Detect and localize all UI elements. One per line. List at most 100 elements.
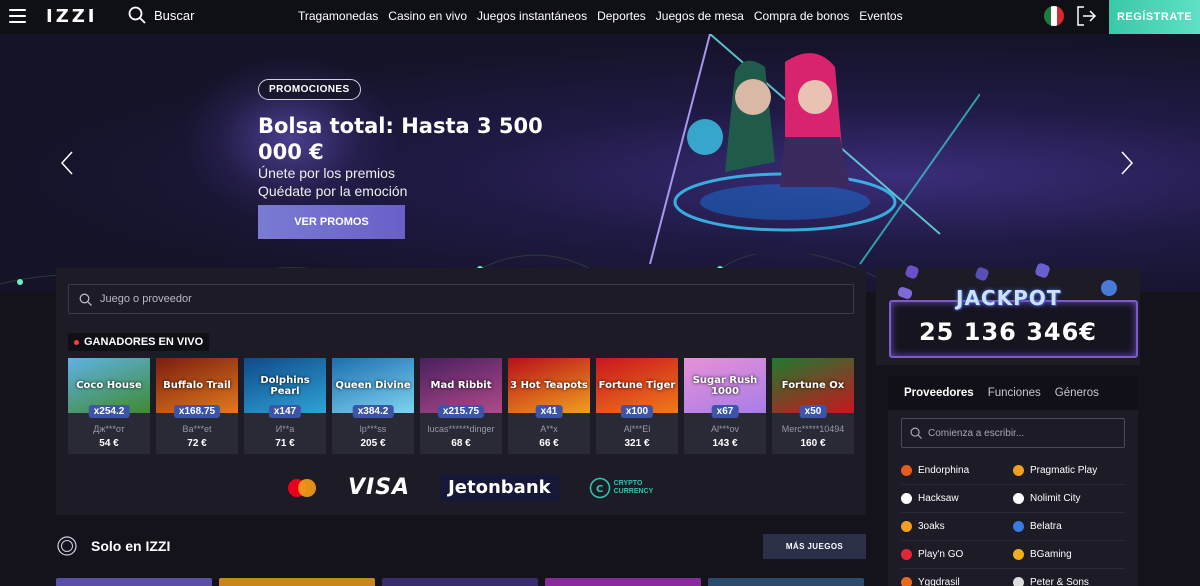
winner-amount: 72 € bbox=[187, 438, 207, 449]
provider-logo-icon bbox=[901, 493, 912, 504]
menu-icon[interactable] bbox=[9, 9, 26, 23]
chevron-right-icon[interactable] bbox=[1120, 150, 1134, 176]
provider-name: BGaming bbox=[1030, 549, 1072, 560]
winner-card[interactable]: Fortune Tiger x100 Al***El 321 € bbox=[596, 358, 678, 454]
winner-card[interactable]: Coco House x254.2 Дж***от 54 € bbox=[68, 358, 150, 454]
provider-row: Yggdrasil Peter & Sons bbox=[901, 569, 1125, 586]
provider-logo-icon bbox=[1013, 521, 1024, 532]
izzi-badge-icon bbox=[57, 536, 77, 556]
winner-username: lucas******dinger bbox=[427, 424, 495, 434]
provider-name: Yggdrasil bbox=[918, 577, 960, 586]
nav-tragamonedas[interactable]: Tragamonedas bbox=[298, 9, 378, 23]
multiplier-badge: x215.75 bbox=[437, 405, 485, 418]
svg-text:C: C bbox=[596, 484, 603, 495]
promo-banner: PROMOCIONES Bolsa total: Hasta 3 500 000… bbox=[0, 34, 1200, 292]
provider-row: Endorphina Pragmatic Play bbox=[901, 457, 1125, 485]
banner-subtitle: Únete por los premios Quédate por la emo… bbox=[258, 164, 407, 200]
winner-username: Ba***et bbox=[182, 424, 212, 434]
nav-deportes[interactable]: Deportes bbox=[597, 9, 646, 23]
nav-eventos[interactable]: Eventos bbox=[859, 9, 902, 23]
search-icon bbox=[79, 293, 92, 306]
crypto-currency-logo: C CRYPTO CURRENCY bbox=[589, 477, 654, 499]
provider-item[interactable]: 3oaks bbox=[901, 513, 1013, 540]
crypto-label-2: CURRENCY bbox=[613, 487, 654, 495]
winner-amount: 71 € bbox=[275, 438, 295, 449]
tab-generos[interactable]: Géneros bbox=[1055, 387, 1099, 399]
winner-amount: 66 € bbox=[539, 438, 559, 449]
game-thumbnail[interactable] bbox=[382, 578, 538, 586]
search-button[interactable]: Buscar bbox=[128, 6, 194, 24]
nav-juegos-instantaneos[interactable]: Juegos instantáneos bbox=[477, 9, 587, 23]
winner-card[interactable]: Fortune Ox x50 Merc*****10494 160 € bbox=[772, 358, 854, 454]
winner-amount: 205 € bbox=[360, 438, 386, 449]
winner-username: Дж***от bbox=[93, 424, 125, 434]
nav-compra-de-bonos[interactable]: Compra de bonos bbox=[754, 9, 849, 23]
winner-card[interactable]: Queen Divine x384.2 lp***ss 205 € bbox=[332, 358, 414, 454]
provider-item[interactable]: Pragmatic Play bbox=[1013, 457, 1125, 484]
provider-item[interactable]: Play'n GO bbox=[901, 541, 1013, 568]
login-icon[interactable] bbox=[1075, 5, 1097, 27]
game-thumbnail[interactable] bbox=[708, 578, 864, 586]
banner-subtitle-line-2: Quédate por la emoción bbox=[258, 183, 408, 199]
provider-item[interactable]: Belatra bbox=[1013, 513, 1125, 540]
provider-logo-icon bbox=[1013, 465, 1024, 476]
tab-proveedores[interactable]: Proveedores bbox=[904, 387, 974, 399]
provider-logo-icon bbox=[901, 577, 912, 586]
game-thumbnail[interactable] bbox=[545, 578, 701, 586]
nav-juegos-de-mesa[interactable]: Juegos de mesa bbox=[656, 9, 744, 23]
provider-name: Peter & Sons bbox=[1030, 577, 1089, 586]
provider-name: Hacksaw bbox=[918, 493, 959, 504]
winner-username: Merc*****10494 bbox=[781, 424, 845, 434]
provider-row: 3oaks Belatra bbox=[901, 513, 1125, 541]
game-title: Buffalo Trail bbox=[163, 380, 231, 391]
winner-card[interactable]: Buffalo Trail x168.75 Ba***et 72 € bbox=[156, 358, 238, 454]
site-logo[interactable]: IZZI bbox=[46, 6, 98, 27]
search-icon bbox=[128, 6, 146, 24]
winner-amount: 143 € bbox=[712, 438, 738, 449]
provider-item[interactable]: BGaming bbox=[1013, 541, 1125, 568]
more-games-button[interactable]: MÁS JUEGOS bbox=[763, 534, 866, 559]
chevron-left-icon[interactable] bbox=[60, 150, 74, 176]
chip-decoration bbox=[896, 285, 914, 301]
payment-methods: VISA Jetonbank C CRYPTO CURRENCY bbox=[286, 474, 653, 501]
jackpot-amount: 25 136 346€ bbox=[918, 318, 1097, 346]
winner-username: Al***ov bbox=[710, 424, 739, 434]
mexico-flag-icon[interactable] bbox=[1044, 6, 1064, 26]
game-thumbnail[interactable] bbox=[56, 578, 212, 586]
provider-logo-icon bbox=[1013, 549, 1024, 560]
multiplier-badge: x147 bbox=[268, 405, 302, 418]
main-nav: Tragamonedas Casino en vivo Juegos insta… bbox=[298, 9, 913, 23]
mastercard-icon bbox=[288, 478, 316, 497]
provider-item[interactable]: Endorphina bbox=[901, 457, 1013, 484]
tab-funciones[interactable]: Funciones bbox=[988, 387, 1041, 399]
provider-item[interactable]: Hacksaw bbox=[901, 485, 1013, 512]
winner-card[interactable]: Sugar Rush 1000 x67 Al***ov 143 € bbox=[684, 358, 766, 454]
winner-card[interactable]: 3 Hot Teapots x41 A**x 66 € bbox=[508, 358, 590, 454]
register-button[interactable]: REGÍSTRATE bbox=[1109, 0, 1200, 34]
winner-card[interactable]: Mad Ribbit x215.75 lucas******dinger 68 € bbox=[420, 358, 502, 454]
games-panel: Juego o proveedor GANADORES EN VIVO Coco… bbox=[56, 268, 866, 515]
game-title: Sugar Rush 1000 bbox=[692, 374, 758, 397]
visa-logo: VISA bbox=[348, 475, 411, 500]
provider-name: Pragmatic Play bbox=[1030, 465, 1098, 476]
provider-search-input[interactable]: Comienza a escribir... bbox=[901, 418, 1125, 448]
provider-item[interactable]: Yggdrasil bbox=[901, 569, 1013, 586]
provider-name: Belatra bbox=[1030, 521, 1062, 532]
provider-row: Play'n GO BGaming bbox=[901, 541, 1125, 569]
winner-username: A**x bbox=[540, 424, 558, 434]
game-search-input[interactable]: Juego o proveedor bbox=[68, 284, 854, 314]
provider-item[interactable]: Nolimit City bbox=[1013, 485, 1125, 512]
provider-search-placeholder: Comienza a escribir... bbox=[928, 427, 1025, 439]
providers-panel: Proveedores Funciones Géneros Comienza a… bbox=[888, 376, 1138, 586]
game-title: 3 Hot Teapots bbox=[510, 380, 588, 391]
game-title: Fortune Ox bbox=[781, 380, 845, 391]
winner-card[interactable]: Dolphins Pearl x147 И**a 71 € bbox=[244, 358, 326, 454]
chip-decoration bbox=[974, 266, 990, 282]
game-thumbnail[interactable] bbox=[219, 578, 375, 586]
solo-izzi-title: Solo en IZZI bbox=[91, 538, 171, 554]
nav-casino-en-vivo[interactable]: Casino en vivo bbox=[388, 9, 467, 23]
provider-logo-icon bbox=[1013, 577, 1024, 586]
crypto-icon: C bbox=[589, 477, 610, 498]
view-promos-button[interactable]: VER PROMOS bbox=[258, 205, 405, 239]
provider-item[interactable]: Peter & Sons bbox=[1013, 569, 1125, 586]
